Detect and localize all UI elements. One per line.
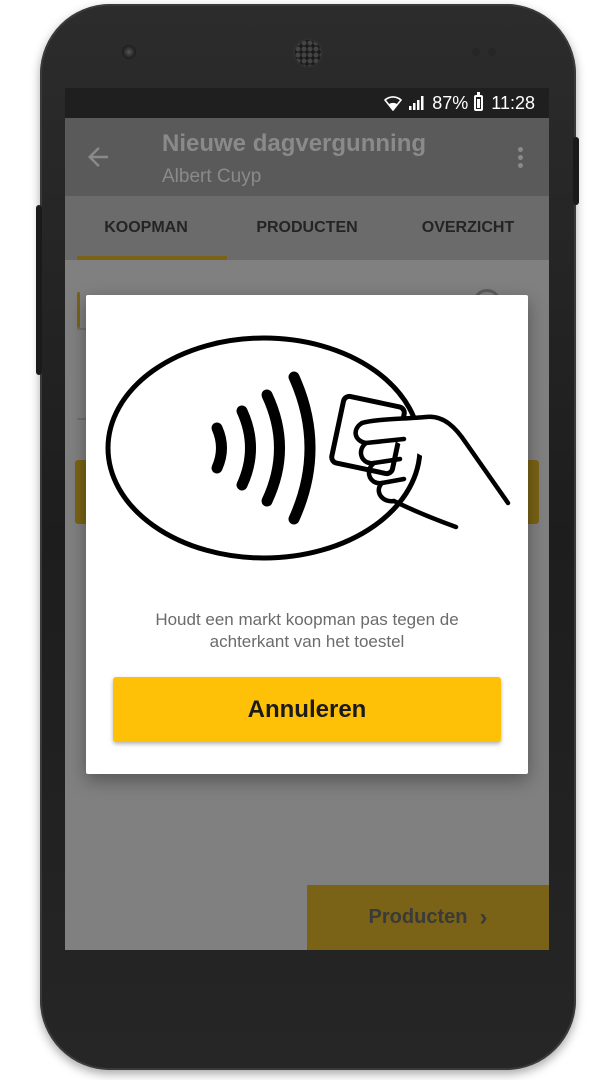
cancel-button[interactable]: Annuleren <box>113 677 501 742</box>
status-bar: 87% 11:28 <box>65 88 549 118</box>
producten-next-label: Producten <box>368 906 468 928</box>
back-arrow-icon[interactable] <box>83 142 113 172</box>
nfc-contactless-card-icon <box>105 335 511 561</box>
signal-icon <box>408 95 426 111</box>
app-bar: Nieuwe dagvergunning Albert Cuyp <box>65 118 549 196</box>
input-cursor <box>77 292 80 328</box>
clock: 11:28 <box>491 92 535 113</box>
volume-button <box>36 205 42 375</box>
tab-producten[interactable]: PRODUCTEN <box>227 196 387 260</box>
dialog-message: Houdt een markt koopman pas tegen de ach… <box>86 609 528 653</box>
producten-next-button[interactable]: Producten › <box>307 885 549 950</box>
proximity-sensor <box>472 48 480 56</box>
nfc-scan-dialog: Houdt een markt koopman pas tegen de ach… <box>86 295 528 774</box>
power-button <box>573 137 579 205</box>
battery-percentage: 87% <box>432 92 469 113</box>
battery-icon <box>474 92 484 111</box>
earpiece-speaker <box>295 40 321 66</box>
dialog-message-line2: achterkant van het toestel <box>209 632 405 651</box>
more-vert-icon[interactable] <box>512 144 528 174</box>
chevron-right-icon: › <box>479 903 488 931</box>
dialog-message-line1: Houdt een markt koopman pas tegen de <box>155 610 459 629</box>
wifi-icon <box>384 95 403 111</box>
light-sensor <box>488 48 496 56</box>
tab-overzicht[interactable]: OVERZICHT <box>387 196 549 260</box>
tab-koopman[interactable]: KOOPMAN <box>65 196 227 260</box>
tab-bar: KOOPMAN PRODUCTEN OVERZICHT <box>65 196 549 260</box>
page-subtitle: Albert Cuyp <box>162 166 262 187</box>
front-camera <box>122 45 136 59</box>
page-title: Nieuwe dagvergunning <box>162 130 427 157</box>
